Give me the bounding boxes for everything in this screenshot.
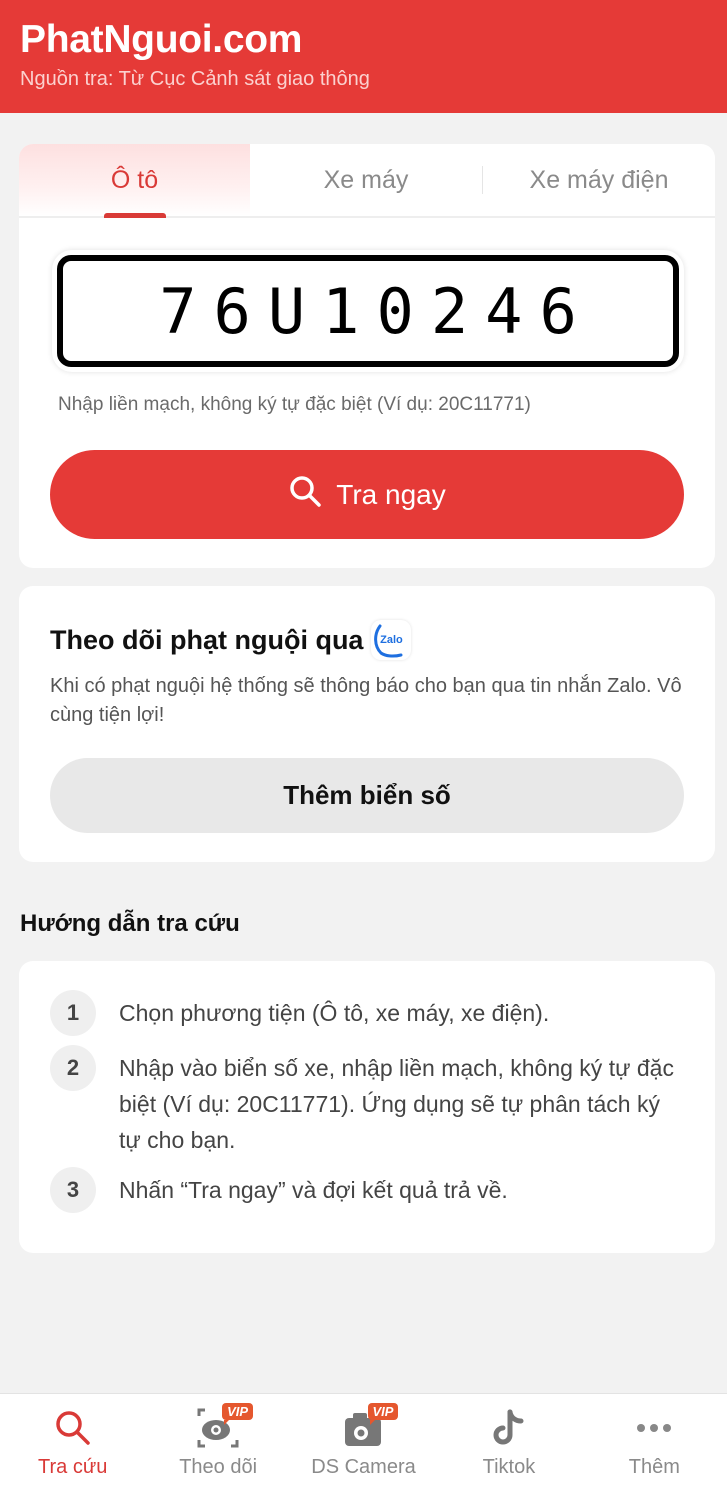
tab-xe-may[interactable]: Xe máy	[250, 144, 482, 216]
plate-input-frame: 76U10246	[52, 250, 684, 372]
plate-hint: Nhập liền mạch, không ký tự đặc biệt (Ví…	[58, 394, 531, 415]
vehicle-tabs: Ô tô Xe máy Xe máy điện	[19, 144, 715, 218]
nav-tra-cuu[interactable]: Tra cứu	[0, 1394, 145, 1489]
guide-step: 2 Nhập vào biển số xe, nhập liền mạch, k…	[50, 1045, 715, 1158]
more-dots-icon	[624, 1406, 684, 1450]
search-button-label: Tra ngay	[336, 478, 446, 510]
tab-xe-may-dien[interactable]: Xe máy điện	[483, 144, 715, 216]
nav-label: Thêm	[628, 1456, 680, 1478]
step-text: Nhập vào biển số xe, nhập liền mạch, khô…	[119, 1055, 674, 1153]
guide-step: 1 Chọn phương tiện (Ô tô, xe máy, xe điệ…	[50, 990, 715, 1036]
zalo-follow-card: Theo dõi phạt nguội qua Zalo Khi có phạt…	[19, 586, 715, 862]
camera-icon: VIP	[334, 1403, 399, 1450]
zalo-title-text: Theo dõi phạt nguội qua	[50, 624, 364, 655]
tab-label: Xe máy điện	[529, 165, 669, 194]
nav-label: Tra cứu	[38, 1456, 108, 1478]
app-header: PhatNguoi.com Nguồn tra: Từ Cục Cảnh sát…	[0, 0, 727, 113]
tab-label: Ô tô	[110, 165, 159, 194]
zalo-card-title: Theo dõi phạt nguội qua Zalo	[50, 620, 684, 660]
eye-scan-icon: VIP	[188, 1403, 254, 1450]
vip-badge: VIP	[367, 1403, 399, 1425]
tiktok-icon	[479, 1406, 539, 1450]
search-card: Ô tô Xe máy Xe máy điện 76U10246 Nhập li…	[19, 144, 715, 568]
zalo-logo-text: Zalo	[380, 634, 403, 646]
zalo-description: Khi có phạt nguội hệ thống sẽ thông báo …	[50, 675, 682, 726]
app-subtitle: Nguồn tra: Từ Cục Cảnh sát giao thông	[20, 68, 370, 90]
nav-label: Theo dõi	[179, 1456, 258, 1478]
tab-oto[interactable]: Ô tô	[19, 144, 250, 218]
step-number: 2	[50, 1045, 96, 1091]
search-button[interactable]: Tra ngay	[50, 450, 684, 539]
nav-label: DS Camera	[311, 1456, 416, 1478]
step-text: Nhấn “Tra ngay” và đợi kết quả trả về.	[119, 1177, 508, 1203]
step-number: 1	[50, 990, 96, 1036]
bottom-navigation: Tra cứu VIP Theo dõi VIP DS Camera Tikto…	[0, 1393, 727, 1489]
guide-step: 3 Nhấn “Tra ngay” và đợi kết quả trả về.	[50, 1167, 715, 1213]
guide-heading: Hướng dẫn tra cứu	[20, 910, 240, 937]
nav-tiktok[interactable]: Tiktok	[436, 1394, 581, 1489]
app-title: PhatNguoi.com	[20, 18, 303, 61]
nav-ds-camera[interactable]: VIP DS Camera	[291, 1394, 436, 1489]
nav-label: Tiktok	[482, 1456, 536, 1478]
zalo-logo-icon: Zalo	[371, 620, 412, 660]
add-plate-button[interactable]: Thêm biển số	[50, 758, 684, 833]
search-icon	[288, 474, 322, 515]
guide-card: 1 Chọn phương tiện (Ô tô, xe máy, xe điệ…	[19, 961, 715, 1253]
nav-them[interactable]: Thêm	[582, 1394, 727, 1489]
step-number: 3	[50, 1167, 96, 1213]
active-tab-indicator	[104, 213, 166, 218]
tab-label: Xe máy	[323, 165, 409, 194]
plate-input[interactable]: 76U10246	[57, 255, 679, 367]
search-icon	[43, 1406, 103, 1450]
nav-theo-doi[interactable]: VIP Theo dõi	[145, 1394, 290, 1489]
vip-badge: VIP	[222, 1403, 254, 1425]
step-text: Chọn phương tiện (Ô tô, xe máy, xe điện)…	[119, 1000, 550, 1026]
